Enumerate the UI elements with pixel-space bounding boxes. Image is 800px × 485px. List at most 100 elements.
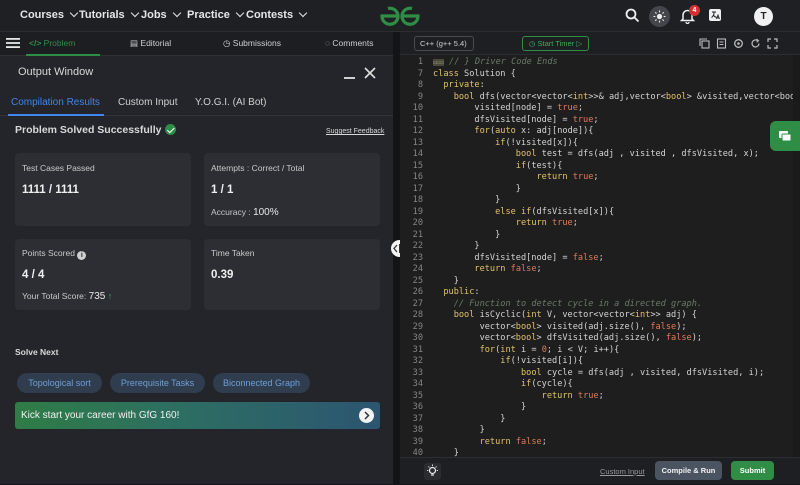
test-cases-card: Test Cases Passed 1111 / 1111 xyxy=(15,153,191,226)
card-value: 1 / 1 xyxy=(211,184,234,196)
line-number: 1 xyxy=(417,57,423,67)
play-icon: ▷ xyxy=(574,39,583,48)
nav-practice[interactable]: Practice xyxy=(187,8,245,21)
timer-label: Start Timer xyxy=(537,39,575,48)
compile-run-button[interactable]: Compile & Run xyxy=(655,461,722,480)
custom-input-link[interactable]: Custom Input xyxy=(600,467,645,476)
translate-icon[interactable] xyxy=(708,8,722,22)
timer-icon: ◷ xyxy=(528,39,538,48)
line-number: 14 xyxy=(412,149,423,159)
tab-submissions[interactable]: ◷ Submissions xyxy=(223,38,281,49)
code-line: public: xyxy=(443,287,480,297)
line-number: 15 xyxy=(412,160,423,171)
theme-toggle-button[interactable] xyxy=(649,6,670,27)
gfg-logo[interactable] xyxy=(379,5,421,27)
vertical-scrollbar[interactable] xyxy=(793,55,800,457)
code-line: for(auto x: adj[node]){ xyxy=(474,126,594,136)
settings-icon[interactable] xyxy=(733,38,744,49)
copy-icon[interactable] xyxy=(699,38,710,49)
chevron-down-icon xyxy=(69,8,79,18)
gfg160-banner[interactable]: Kick start your career with GfG 160! xyxy=(15,402,380,429)
accuracy-value: 100% xyxy=(253,207,279,218)
card-label: Attempts : Correct / Total xyxy=(211,163,305,173)
search-icon[interactable] xyxy=(625,8,640,23)
line-numbers: 1 7 8 9 10 11 12 13 14 15 16 17 18 19 20 21 22 23 24 25 26 27… xyxy=(400,55,430,458)
minimize-icon[interactable] xyxy=(344,77,355,79)
code-line: } xyxy=(433,275,459,286)
line-number: 11 xyxy=(412,114,423,125)
code-editor[interactable]: 1 7 8 9 10 11 12 13 14 15 16 17 18 19 20 21 22 23 24 25 26 27… xyxy=(400,55,800,478)
chevron-down-icon xyxy=(130,8,139,18)
language-select[interactable]: C++ (g++ 5.4) xyxy=(414,36,474,51)
line-number: 38 xyxy=(412,425,423,435)
line-number: 23 xyxy=(412,252,423,263)
line-number: 25 xyxy=(412,275,423,286)
code-line: ▭▭▭ // } Driver Code Ends xyxy=(433,57,558,67)
code-line: return true; xyxy=(515,218,578,228)
line-number: 8 xyxy=(417,80,423,90)
solve-next-chip[interactable]: Prerequisite Tasks xyxy=(110,373,205,393)
attempts-card: Attempts : Correct / Total 1 / 1 Accurac… xyxy=(204,153,380,226)
top-navbar: Courses Tutorials Jobs Practice Contests… xyxy=(0,0,800,32)
line-number: 20 xyxy=(412,218,423,228)
info-icon[interactable]: i xyxy=(77,251,87,260)
line-number: 37 xyxy=(412,413,423,424)
submit-button[interactable]: Submit xyxy=(731,461,774,480)
tab-active-indicator xyxy=(8,114,104,116)
nav-courses[interactable]: Courses xyxy=(20,8,79,21)
suggest-feedback-link[interactable]: Suggest Feedback xyxy=(326,128,384,135)
line-number: 17 xyxy=(412,183,423,194)
card-label: Test Cases Passed xyxy=(22,163,95,173)
nav-label: Jobs xyxy=(141,9,167,21)
nav-label: Courses xyxy=(20,9,65,21)
reset-icon[interactable] xyxy=(750,38,761,49)
chevron-down-icon xyxy=(172,8,181,18)
file-icon[interactable] xyxy=(716,38,727,49)
fullscreen-icon[interactable] xyxy=(767,38,778,49)
line-number: 36 xyxy=(412,402,423,412)
tab-compilation-results[interactable]: Compilation Results xyxy=(11,97,100,108)
arrow-up-icon: ↑ xyxy=(107,291,113,301)
tab-yogi-ai-bot[interactable]: Y.O.G.I. (AI Bot) xyxy=(195,97,267,108)
code-line: if(!visited[i]){ xyxy=(500,356,584,366)
tab-comments[interactable]: ◌ Comments xyxy=(325,38,374,48)
tab-label: Comments xyxy=(332,38,374,48)
close-icon[interactable] xyxy=(364,67,376,79)
line-number: 19 xyxy=(412,206,423,217)
code-line: return false; xyxy=(474,264,542,274)
tab-custom-input[interactable]: Custom Input xyxy=(118,97,177,108)
avatar[interactable]: T xyxy=(754,7,773,26)
code-line: for(int i = 0; i < V; i++){ xyxy=(479,344,620,355)
line-number: 29 xyxy=(412,321,423,332)
nav-jobs[interactable]: Jobs xyxy=(141,8,181,21)
lightbulb-icon[interactable] xyxy=(424,463,441,480)
code-line: } xyxy=(433,229,501,240)
output-tabs: Compilation Results Custom Input Y.O.G.I… xyxy=(0,89,393,116)
line-number: 18 xyxy=(412,195,423,205)
banner-text: Kick start your career with GfG 160! xyxy=(21,410,180,421)
line-number: 35 xyxy=(412,390,423,401)
line-number: 13 xyxy=(412,137,423,148)
nav-tutorials[interactable]: Tutorials xyxy=(79,8,139,21)
solve-next-chip[interactable]: Biconnected Graph xyxy=(213,373,310,393)
line-number: 24 xyxy=(412,264,423,274)
tab-problem[interactable]: </> Problem xyxy=(29,38,75,48)
line-number: 33 xyxy=(412,367,423,378)
total-score: Your Total Score: 735 ↑ xyxy=(22,291,112,302)
nav-label: Tutorials xyxy=(79,9,125,21)
code-line: dfsVisited[node] = false; xyxy=(433,252,604,263)
line-number: 31 xyxy=(412,344,423,355)
problem-tabs: </> Problem ▤ Editorial ◷ Submissions ◌ … xyxy=(0,32,393,56)
chevron-right-icon[interactable] xyxy=(359,408,374,423)
chat-button[interactable] xyxy=(770,121,800,151)
tab-editorial[interactable]: ▤ Editorial xyxy=(130,38,171,49)
time-card: Time Taken 0.39 xyxy=(204,239,380,310)
total-score-value: 735 xyxy=(88,291,106,302)
menu-icon[interactable] xyxy=(6,37,20,49)
solve-next-chip[interactable]: Topological sort xyxy=(17,373,102,393)
card-label: Time Taken xyxy=(211,248,255,258)
nav-contests[interactable]: Contests xyxy=(246,8,308,21)
start-timer-button[interactable]: ◷ Start Timer ▷ xyxy=(522,36,589,51)
line-number: 16 xyxy=(412,172,423,182)
code-line: if(cycle){ xyxy=(520,379,573,389)
